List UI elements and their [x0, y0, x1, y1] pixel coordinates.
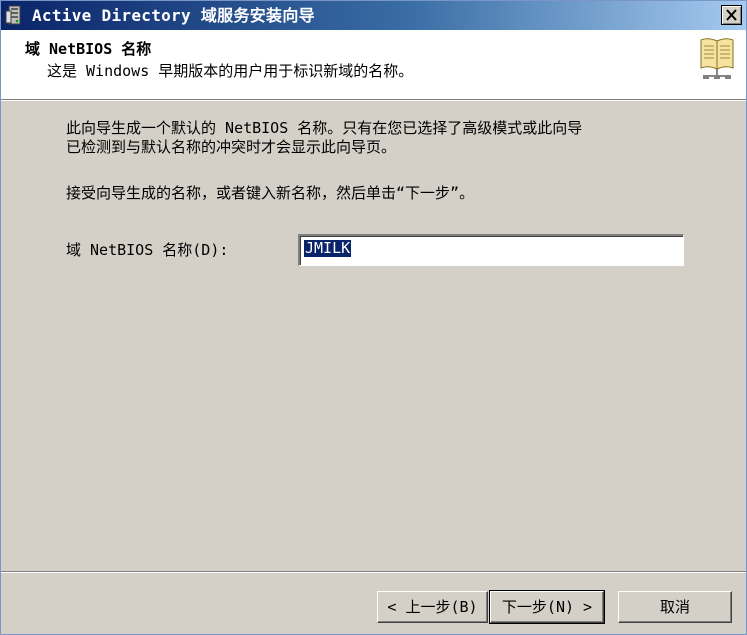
- page-subtitle: 这是 Windows 早期版本的用户用于标识新域的名称。: [47, 62, 414, 80]
- back-button[interactable]: < 上一步(B): [377, 591, 488, 623]
- description-paragraph: 此向导生成一个默认的 NetBIOS 名称。只有在您已选择了高级模式或此向导 已…: [66, 119, 583, 156]
- close-icon: [726, 9, 737, 21]
- netbios-name-label: 域 NetBIOS 名称(D):: [66, 241, 229, 259]
- input-inner-border: [300, 236, 683, 265]
- wizard-window: Active Directory 域服务安装向导 域 NetBIOS 名称 这是…: [0, 0, 747, 635]
- netbios-name-value[interactable]: JMILK: [304, 240, 352, 257]
- next-button[interactable]: 下一步(N) >: [489, 590, 605, 624]
- server-wizard-icon: [5, 5, 25, 26]
- close-button[interactable]: [721, 5, 742, 25]
- book-network-icon: [698, 36, 736, 82]
- instruction-paragraph: 接受向导生成的名称，或者键入新名称，然后单击“下一步”。: [66, 184, 475, 202]
- netbios-name-input[interactable]: JMILK: [298, 234, 684, 266]
- wizard-header: 域 NetBIOS 名称 这是 Windows 早期版本的用户用于标识新域的名称…: [1, 30, 746, 101]
- title-bar[interactable]: Active Directory 域服务安装向导: [1, 1, 746, 30]
- window-title: Active Directory 域服务安装向导: [32, 6, 315, 25]
- footer-separator: [1, 571, 746, 573]
- page-title: 域 NetBIOS 名称: [25, 40, 152, 58]
- cancel-button[interactable]: 取消: [618, 591, 732, 623]
